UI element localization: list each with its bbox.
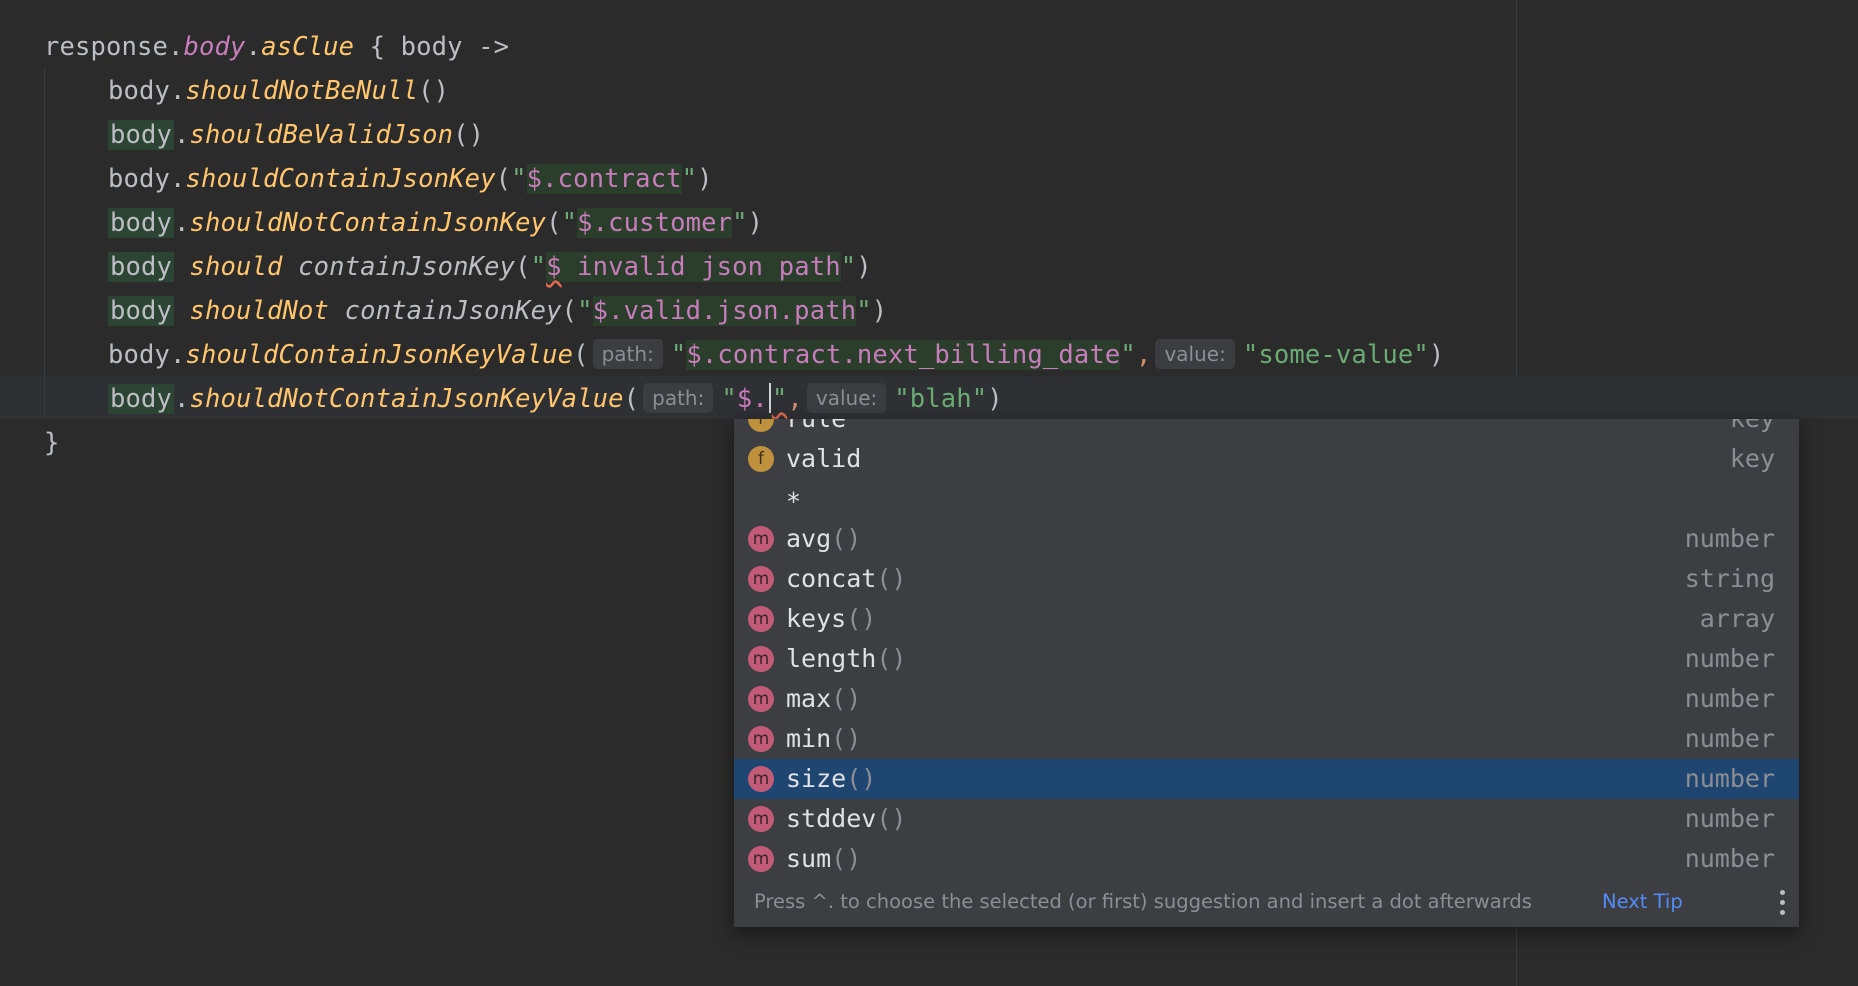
token-function: containJsonKey: [298, 252, 516, 282]
completion-item-type: number: [1684, 724, 1775, 753]
method-icon: m: [748, 686, 774, 712]
field-icon: f: [748, 419, 774, 432]
completion-list[interactable]: frule key fvalid key * m avg() number m concat() s…: [734, 419, 1799, 879]
token-json-path: $.customer: [577, 208, 733, 238]
code-line-6[interactable]: body should containJsonKey("$ invalid js…: [0, 245, 1858, 289]
completion-item-label: keys(): [786, 604, 877, 633]
token-function: shouldNotContainJsonKey: [189, 208, 547, 238]
error-underline: $: [546, 252, 562, 282]
completion-tip-text: Press ^. to choose the selected (or firs…: [754, 890, 1532, 913]
method-icon: m: [748, 526, 774, 552]
token-function: shouldContainJsonKeyValue: [185, 340, 574, 370]
completion-item-wildcard[interactable]: *: [734, 479, 1799, 519]
completion-item-size[interactable]: m size() number: [734, 759, 1799, 799]
token-infix-function: should: [189, 252, 283, 282]
token-json-path: $.contract.next_billing_date: [686, 340, 1121, 370]
completion-item-label: size(): [786, 764, 877, 793]
completion-item-label: length(): [786, 644, 907, 673]
completion-item-label: avg(): [786, 524, 862, 553]
more-options-icon[interactable]: [1779, 890, 1785, 916]
completion-item-label: min(): [786, 724, 862, 753]
code-editor[interactable]: response.body.asClue { body -> body.shou…: [0, 25, 1858, 465]
completion-item-label: concat(): [786, 564, 907, 593]
token-json-path: $.contract: [526, 164, 682, 194]
token-json-path: $.valid.json.path: [592, 296, 857, 326]
token-function: shouldNotBeNull: [185, 76, 419, 106]
method-icon: m: [748, 806, 774, 832]
completion-item-type: number: [1684, 684, 1775, 713]
method-icon: m: [748, 726, 774, 752]
token-receiver: body: [108, 384, 175, 414]
token-json-path: $.: [736, 384, 768, 414]
method-icon: m: [748, 766, 774, 792]
code-line-8[interactable]: body.shouldContainJsonKeyValue(path: "$.c…: [0, 333, 1858, 377]
code-line-3[interactable]: body.shouldBeValidJson(): [0, 113, 1858, 157]
completion-item-label: stddev(): [786, 804, 907, 833]
token-property: body: [183, 32, 246, 62]
token-receiver: body: [108, 164, 171, 194]
completion-item-sum[interactable]: m sum() number: [734, 839, 1799, 879]
token-receiver: body: [108, 296, 175, 326]
code-line-1[interactable]: response.body.asClue { body ->: [0, 25, 1858, 69]
completion-item-type: key: [1729, 444, 1775, 473]
completion-item-type: number: [1684, 804, 1775, 833]
completion-item-type: string: [1684, 564, 1775, 593]
completion-popup[interactable]: frule key fvalid key * m avg() number m concat() s…: [734, 419, 1799, 927]
completion-item-label: rule: [786, 419, 846, 439]
completion-item-max[interactable]: m max() number: [734, 679, 1799, 719]
method-icon: m: [748, 566, 774, 592]
completion-item-label: sum(): [786, 844, 862, 873]
completion-item-concat[interactable]: m concat() string: [734, 559, 1799, 599]
completion-item-label: *: [786, 487, 802, 516]
token-receiver: body: [108, 340, 171, 370]
completion-item-rule[interactable]: frule key: [734, 419, 1799, 439]
completion-item-min[interactable]: m min() number: [734, 719, 1799, 759]
token-function: shouldContainJsonKey: [185, 164, 496, 194]
parameter-hint-path: path:: [592, 339, 663, 369]
token-infix-function: shouldNot: [189, 296, 330, 326]
token-function: shouldNotContainJsonKeyValue: [189, 384, 624, 414]
field-icon: f: [748, 446, 774, 472]
token-receiver: body: [108, 76, 171, 106]
parameter-hint-path: path:: [643, 383, 714, 413]
code-line-5[interactable]: body.shouldNotContainJsonKey("$.customer…: [0, 201, 1858, 245]
text-caret: [768, 383, 771, 413]
completion-footer: Press ^. to choose the selected (or firs…: [734, 877, 1799, 927]
token-closing-brace: }: [44, 428, 60, 458]
method-icon: m: [748, 646, 774, 672]
completion-item-label: max(): [786, 684, 862, 713]
next-tip-link[interactable]: Next Tip: [1602, 877, 1683, 927]
token-receiver: body: [108, 120, 175, 150]
token-receiver: body: [108, 208, 175, 238]
token-function: containJsonKey: [344, 296, 562, 326]
parameter-hint-value: value:: [1155, 339, 1235, 369]
completion-item-type: number: [1684, 844, 1775, 873]
completion-item-keys[interactable]: m keys() array: [734, 599, 1799, 639]
code-line-9[interactable]: body.shouldNotContainJsonKeyValue(path: "…: [0, 377, 1858, 421]
token-string: "blah": [894, 384, 988, 414]
completion-item-label: valid: [786, 444, 862, 473]
token-receiver: response: [44, 32, 169, 62]
token-lambda-param: body: [400, 32, 463, 62]
completion-item-type: key: [1730, 419, 1775, 439]
token-json-path: invalid json path: [561, 252, 841, 282]
completion-item-valid[interactable]: f valid key: [734, 439, 1799, 479]
token-receiver: body: [108, 252, 175, 282]
completion-item-type: number: [1684, 644, 1775, 673]
code-line-2[interactable]: body.shouldNotBeNull(): [0, 69, 1858, 113]
completion-item-avg[interactable]: m avg() number: [734, 519, 1799, 559]
parameter-hint-value: value:: [806, 383, 887, 413]
token-string: "some-value": [1242, 340, 1429, 370]
token-function: asClue: [261, 32, 355, 62]
completion-item-stddev[interactable]: m stddev() number: [734, 799, 1799, 839]
completion-item-type: number: [1684, 524, 1775, 553]
completion-item-type: array: [1699, 604, 1775, 633]
code-line-4[interactable]: body.shouldContainJsonKey("$.contract"): [0, 157, 1858, 201]
method-icon: m: [748, 606, 774, 632]
token-function: shouldBeValidJson: [189, 120, 454, 150]
code-line-7[interactable]: body shouldNot containJsonKey("$.valid.j…: [0, 289, 1858, 333]
method-icon: m: [748, 846, 774, 872]
completion-item-type: number: [1684, 764, 1775, 793]
completion-item-length[interactable]: m length() number: [734, 639, 1799, 679]
